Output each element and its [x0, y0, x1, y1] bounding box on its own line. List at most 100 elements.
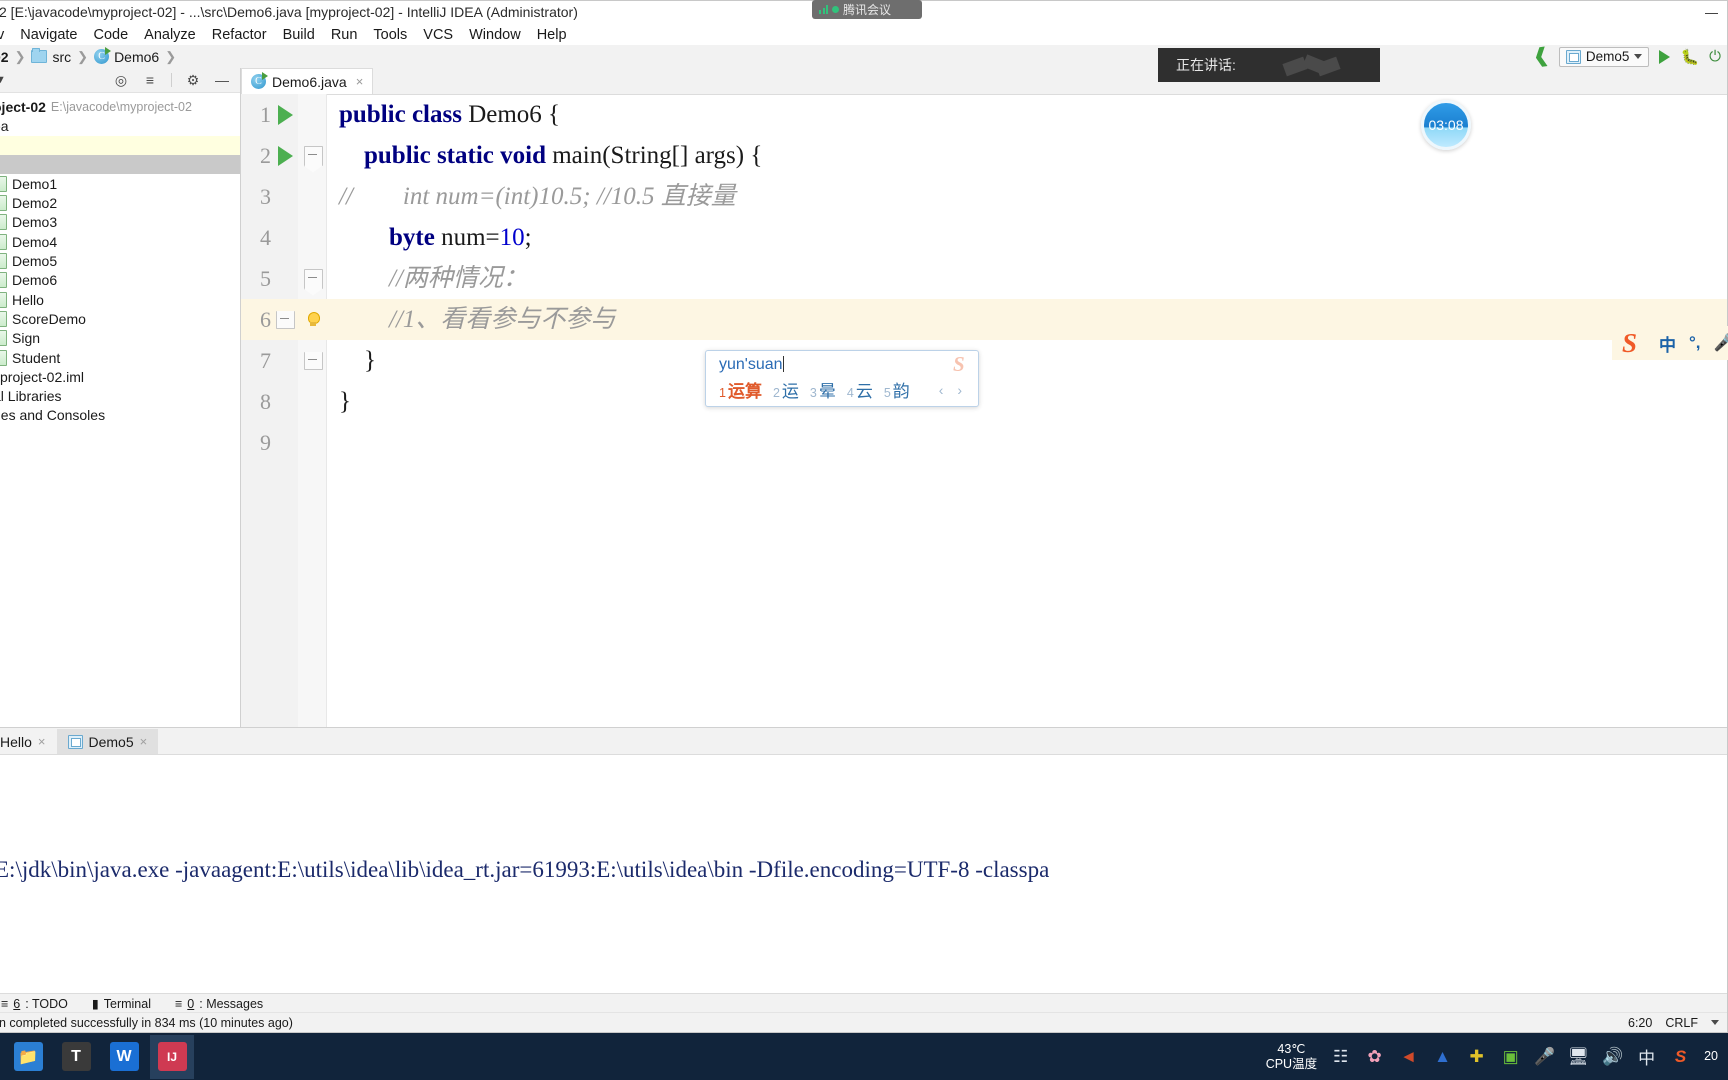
tray-windows-icon[interactable]: ☷ — [1330, 1047, 1351, 1067]
window-controls[interactable] — [1705, 1, 1719, 24]
taskbar-app-typora[interactable]: T — [54, 1035, 98, 1079]
cpu-temperature-widget[interactable]: 43℃ CPU温度 — [1266, 1042, 1317, 1072]
tencent-meeting-titlebar[interactable]: 腾讯会议 — [812, 0, 922, 19]
tree-row-demo4[interactable]: Demo4 — [0, 232, 240, 251]
ime-candidate-2[interactable]: 2运 — [773, 377, 799, 402]
tree-row-out[interactable]: t — [0, 135, 240, 155]
tree-row-demo2[interactable]: Demo2 — [0, 193, 240, 212]
collapse-all-icon[interactable]: ≡ — [142, 72, 158, 88]
tray-mountain-icon[interactable]: ▲ — [1432, 1047, 1453, 1067]
tool-button-todo[interactable]: ≡ 6: TODO — [0, 997, 80, 1011]
ime-candidate-list[interactable]: 1 运算 2运 3晕 4云 5韵 ‹ › — [706, 374, 978, 402]
gutter-fold-toggle[interactable] — [271, 310, 299, 329]
tree-row-project-root[interactable]: oject-02 E:\javacode\myproject-02 — [0, 97, 240, 116]
tray-speaker-icon[interactable]: ◄ — [1398, 1047, 1419, 1067]
gutter-run-marker[interactable] — [271, 104, 299, 125]
close-icon[interactable]: × — [140, 734, 148, 749]
run-with-coverage-button[interactable]: ⏻ — [1709, 48, 1721, 65]
caret-position[interactable]: 6:20 — [1628, 1016, 1652, 1030]
tree-row-hello[interactable]: Hello — [0, 290, 240, 309]
code-line-6[interactable]: 6 //1、看看参与不参与 — [241, 299, 1727, 340]
tree-row-sign[interactable]: Sign — [0, 329, 240, 348]
intention-bulb-icon[interactable] — [299, 311, 327, 329]
hide-panel-icon[interactable]: — — [214, 72, 230, 88]
run-tab-hello[interactable]: Hello × — [0, 729, 57, 754]
menu-item-analyze[interactable]: Analyze — [136, 27, 204, 43]
close-icon[interactable]: × — [356, 74, 364, 89]
code-line-1[interactable]: 1 public class Demo6 { — [241, 94, 1727, 135]
menu-item-view[interactable]: v — [0, 27, 12, 43]
code-line-2[interactable]: 2 public static void main(String[] args)… — [241, 135, 1727, 176]
code-line-4[interactable]: 4 byte num=10; — [241, 217, 1727, 258]
console-output[interactable]: E:\jdk\bin\java.exe -javaagent:E:\utils\… — [0, 754, 1727, 994]
tree-row-demo6[interactable]: Demo6 — [0, 271, 240, 290]
tree-row-scoredemo[interactable]: ScoreDemo — [0, 309, 240, 328]
chevron-down-icon[interactable] — [1634, 54, 1643, 59]
tree-row-src[interactable]: c — [0, 154, 240, 175]
build-hammer-icon[interactable]: ❰ — [1532, 45, 1551, 68]
sogou-logo-icon[interactable]: S — [1670, 1047, 1691, 1067]
run-tab-demo5[interactable]: Demo5 × — [56, 729, 159, 754]
run-button[interactable] — [1659, 49, 1671, 64]
tree-row-demo5[interactable]: Demo5 — [0, 251, 240, 270]
tree-row-scratches-and-consoles[interactable]: hes and Consoles — [0, 406, 240, 425]
ime-candidate-1[interactable]: 1 运算 — [719, 377, 762, 402]
meeting-timer-bubble[interactable]: 03:08 — [1421, 100, 1471, 150]
tree-row-demo3[interactable]: Demo3 — [0, 213, 240, 232]
project-view-selector[interactable]: ▼ — [0, 74, 6, 86]
ime-mode-toggle[interactable]: 中 — [1659, 331, 1676, 356]
taskbar-clock[interactable]: 20 — [1704, 1049, 1718, 1064]
tree-row-student[interactable]: Student — [0, 348, 240, 367]
locate-icon[interactable]: ◎ — [113, 72, 129, 88]
ime-page-nav[interactable]: ‹ › — [939, 382, 978, 398]
menu-item-refactor[interactable]: Refactor — [204, 27, 275, 43]
code-line-7[interactable]: 7 } — [241, 340, 1727, 381]
editor-tab-demo6[interactable]: C Demo6.java × — [241, 68, 374, 94]
chevron-down-icon[interactable] — [1711, 1020, 1719, 1025]
menu-item-tools[interactable]: Tools — [365, 27, 415, 43]
sogou-ime-toolbar[interactable]: 中 °, 🎤 ⌨ — [1612, 326, 1728, 360]
tool-button-messages[interactable]: ≡ 0: Messages — [163, 997, 275, 1011]
microphone-icon[interactable]: 🎤 — [1714, 333, 1728, 353]
microphone-icon[interactable]: 🎤 — [1534, 1047, 1555, 1067]
ime-mode-icon[interactable]: 中 — [1636, 1044, 1657, 1069]
taskbar-app-intellij-idea[interactable]: IJ — [150, 1034, 194, 1079]
tree-row-demo1[interactable]: Demo1 — [0, 174, 240, 193]
taskbar-app-explorer[interactable]: 📁 — [6, 1035, 50, 1079]
code-line-8[interactable]: 8 } — [241, 381, 1727, 422]
sogou-logo-icon[interactable] — [1620, 328, 1646, 359]
ime-candidate-5[interactable]: 5韵 — [884, 377, 910, 402]
gutter-fold-toggle[interactable] — [299, 268, 327, 289]
menu-item-code[interactable]: Code — [85, 27, 136, 43]
ime-candidate-popup[interactable]: yun'suan 1运算 2运 3晕 4云 5韵 ‹ › — [705, 350, 979, 407]
taskbar-app-wps[interactable]: W — [102, 1035, 146, 1079]
minimize-icon[interactable] — [1705, 6, 1719, 20]
code-line-9[interactable]: 9 — [241, 422, 1727, 463]
tray-plus-icon[interactable]: ✚ — [1466, 1047, 1487, 1067]
project-tree[interactable]: oject-02 E:\javacode\myproject-02 ea t c… — [0, 93, 240, 425]
volume-icon[interactable]: 🔊 — [1602, 1047, 1623, 1067]
tree-row-external-libraries[interactable]: al Libraries — [0, 386, 240, 405]
breadcrumb-item-project[interactable]: 02 — [0, 49, 13, 65]
close-icon[interactable]: × — [38, 734, 46, 749]
gutter-run-marker[interactable] — [271, 145, 299, 166]
line-separator[interactable]: CRLF — [1665, 1016, 1698, 1030]
run-configuration-selector[interactable]: Demo5 — [1558, 46, 1650, 67]
menu-item-window[interactable]: Window — [461, 27, 529, 43]
code-line-5[interactable]: 5 //两种情况： — [241, 258, 1727, 299]
breadcrumb-item-class[interactable]: C Demo6 — [90, 47, 163, 65]
gutter-fold-toggle[interactable] — [299, 351, 327, 370]
ime-candidate-3[interactable]: 3晕 — [810, 377, 836, 402]
tray-flower-icon[interactable]: ✿ — [1364, 1047, 1385, 1067]
ime-punctuation-toggle[interactable]: °, — [1689, 333, 1701, 353]
menu-item-run[interactable]: Run — [323, 27, 366, 43]
tool-button-terminal[interactable]: ▮ Terminal — [80, 996, 163, 1012]
menu-item-build[interactable]: Build — [275, 27, 323, 43]
gear-icon[interactable]: ⚙ — [185, 72, 201, 88]
breadcrumb-item-src[interactable]: src — [27, 48, 75, 65]
network-icon[interactable]: 🖥 — [1568, 1047, 1590, 1067]
menu-item-navigate[interactable]: Navigate — [12, 27, 85, 43]
menu-bar[interactable]: v Navigate Code Analyze Refactor Build R… — [0, 24, 1727, 45]
ime-candidate-4[interactable]: 4云 — [847, 377, 873, 402]
debug-button[interactable]: 🐛 — [1680, 48, 1699, 66]
